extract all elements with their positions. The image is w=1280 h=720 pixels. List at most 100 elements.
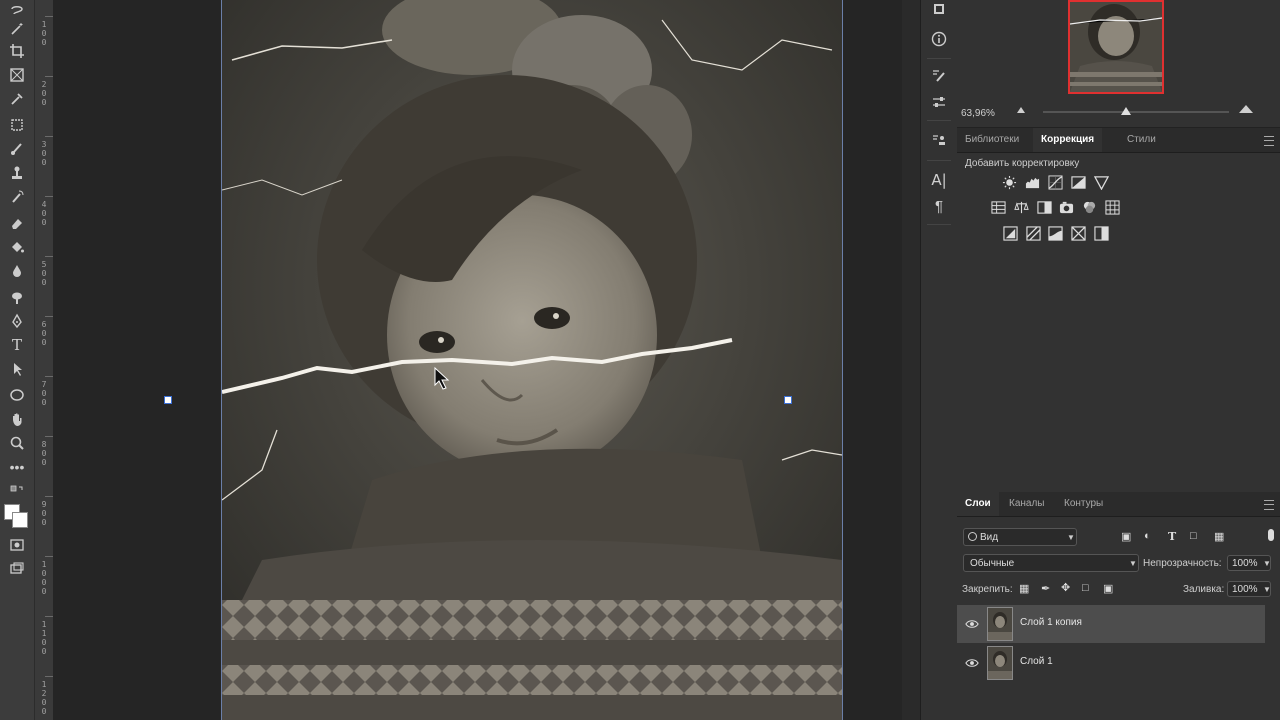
brightness-contrast-icon[interactable]: [1001, 174, 1017, 190]
tab-libraries[interactable]: Библиотеки: [957, 128, 1027, 152]
pen-tool-icon[interactable]: [4, 310, 30, 332]
magic-wand-tool-icon[interactable]: [4, 18, 30, 40]
tab-styles[interactable]: Стили: [1119, 128, 1164, 152]
pixel-filter-icon[interactable]: ▣: [1121, 530, 1131, 543]
filter-kind-label: Вид: [980, 532, 999, 543]
dodge-tool-icon[interactable]: [4, 286, 30, 308]
adjustment-filter-icon[interactable]: ◐: [1144, 530, 1151, 542]
panel-dock-gap: [902, 0, 920, 720]
type-filter-icon[interactable]: T: [1168, 530, 1176, 543]
ruler-tick: [45, 436, 53, 437]
brush-settings-icon[interactable]: [929, 66, 949, 86]
transform-handle-left[interactable]: [164, 396, 172, 404]
levels-icon[interactable]: [1024, 174, 1040, 190]
tab-channels[interactable]: Каналы: [1001, 492, 1053, 516]
hand-tool-icon[interactable]: [4, 408, 30, 430]
tab-layers[interactable]: Слои: [957, 492, 999, 516]
lock-image-icon[interactable]: ✒: [1041, 582, 1050, 595]
blur-tool-icon[interactable]: [4, 260, 30, 282]
hue-saturation-icon[interactable]: [990, 199, 1006, 215]
ruler-number: 1 1 0 0: [41, 620, 47, 656]
photo-filter-icon[interactable]: [1058, 199, 1074, 215]
lock-position-icon[interactable]: ✥: [1061, 581, 1070, 594]
vertical-ruler: 1 0 0 2 0 0 3 0 0 4 0 0 5 0 0 6 0 0 7 0 0 8 0 0…: [34, 0, 54, 720]
clone-stamp-tool-icon[interactable]: [4, 162, 30, 184]
frame-tool-icon[interactable]: [4, 64, 30, 86]
eyedropper-tool-icon[interactable]: [4, 88, 30, 110]
black-white-icon[interactable]: [1036, 199, 1052, 215]
visibility-eye-icon[interactable]: [965, 656, 979, 670]
crop-tool-icon[interactable]: [4, 40, 30, 62]
fill-chevron-icon[interactable]: ▼: [1263, 585, 1271, 594]
curves-icon[interactable]: [1047, 174, 1063, 190]
navigator-thumbnail[interactable]: [1068, 0, 1164, 94]
type-tool-icon[interactable]: T: [4, 334, 30, 356]
layer-row-base[interactable]: Слой 1: [957, 644, 1265, 682]
ruler-tick: [45, 16, 53, 17]
layer-filter-select[interactable]: Вид: [963, 528, 1077, 546]
ellipse-tool-icon[interactable]: [4, 384, 30, 406]
info-icon[interactable]: [929, 29, 949, 49]
quick-mask-icon[interactable]: [4, 534, 30, 556]
ruler-tick: [45, 556, 53, 557]
ruler-tick: [45, 76, 53, 77]
filter-toggle-icon[interactable]: [1268, 529, 1274, 541]
ruler-tick: [45, 496, 53, 497]
brush-tool-icon[interactable]: [4, 138, 30, 160]
path-selection-tool-icon[interactable]: [4, 358, 30, 380]
zoom-slider-track[interactable]: [1043, 111, 1229, 113]
zoom-value[interactable]: 63,96%: [961, 108, 995, 119]
tab-adjustments[interactable]: Коррекция: [1033, 128, 1103, 152]
paint-bucket-tool-icon[interactable]: [4, 236, 30, 258]
ruler-number: 5 0 0: [41, 260, 47, 287]
photo-image[interactable]: [221, 0, 843, 720]
selective-color-icon[interactable]: [1070, 225, 1086, 241]
panel-menu-icon[interactable]: [1264, 136, 1274, 146]
zoom-out-icon[interactable]: [1017, 107, 1025, 113]
clone-source-icon[interactable]: [929, 130, 949, 150]
layer-name[interactable]: Слой 1: [1020, 656, 1053, 667]
posterize-icon[interactable]: [1025, 225, 1041, 241]
vibrance-icon[interactable]: [1093, 174, 1109, 190]
ruler-tick: [45, 196, 53, 197]
threshold-icon[interactable]: [1047, 225, 1063, 241]
shape-filter-icon[interactable]: □: [1190, 530, 1197, 542]
layers-menu-icon[interactable]: [1264, 500, 1274, 510]
lock-all-icon[interactable]: ▣: [1103, 582, 1113, 595]
lock-transparent-icon[interactable]: ▦: [1019, 582, 1029, 595]
lock-label: Закрепить:: [962, 584, 1013, 595]
adjust-sliders-icon[interactable]: [929, 92, 949, 112]
more-tools-icon[interactable]: •••: [4, 456, 30, 478]
tools-panel: T •••: [0, 0, 34, 720]
channel-mixer-icon[interactable]: [1081, 199, 1097, 215]
layer-name[interactable]: Слой 1 копия: [1020, 617, 1082, 628]
history-brush-tool-icon[interactable]: [4, 186, 30, 208]
layer-row-copy[interactable]: Слой 1 копия: [957, 605, 1265, 643]
exposure-icon[interactable]: [1070, 174, 1086, 190]
zoom-in-icon[interactable]: [1239, 105, 1253, 113]
gradient-map-icon[interactable]: [1093, 225, 1109, 241]
blend-mode-select[interactable]: Обычные: [963, 554, 1139, 572]
healing-brush-tool-icon[interactable]: [4, 114, 30, 136]
eraser-tool-icon[interactable]: [4, 212, 30, 234]
3d-icon[interactable]: [929, 0, 949, 20]
transform-handle-right[interactable]: [784, 396, 792, 404]
smart-object-filter-icon[interactable]: ▦: [1214, 530, 1224, 543]
ruler-tick: [45, 316, 53, 317]
background-color-swatch[interactable]: [12, 512, 28, 528]
tab-paths[interactable]: Контуры: [1056, 492, 1111, 516]
zoom-tool-icon[interactable]: [4, 432, 30, 454]
color-lookup-icon[interactable]: [1104, 199, 1120, 215]
character-panel-icon[interactable]: A|: [929, 170, 949, 190]
invert-icon[interactable]: [1002, 225, 1018, 241]
lock-artboard-icon[interactable]: □: [1082, 582, 1089, 594]
swap-colors-icon[interactable]: [4, 480, 30, 502]
document-canvas[interactable]: [53, 0, 902, 720]
visibility-eye-icon[interactable]: [965, 617, 979, 631]
paragraph-panel-icon[interactable]: ¶: [929, 196, 949, 216]
zoom-slider-knob[interactable]: [1121, 107, 1131, 115]
opacity-chevron-icon[interactable]: ▼: [1263, 559, 1271, 568]
ruler-number: 3 0 0: [41, 140, 47, 167]
screen-mode-icon[interactable]: [4, 558, 30, 580]
color-balance-icon[interactable]: [1013, 199, 1029, 215]
